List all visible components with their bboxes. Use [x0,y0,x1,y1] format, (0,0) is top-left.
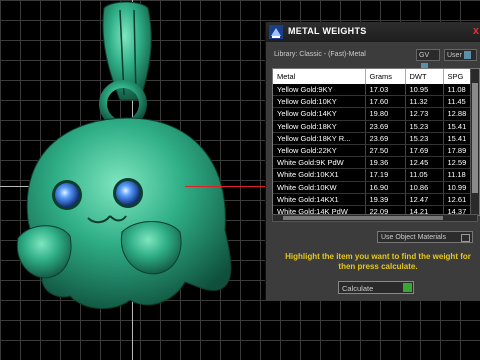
table-vertical-scrollbar[interactable] [470,69,479,215]
cell-dwt: 15.23 [405,120,444,133]
cell-metal: Yellow Gold:18KY R... [273,132,366,145]
user-toggle-icon [463,51,471,60]
table-row[interactable]: Yellow Gold:18KY R... 23.69 15.23 15.41 [273,132,479,145]
cell-grams: 17.03 [365,84,406,97]
hscroll-thumb[interactable] [283,216,443,220]
cell-metal: White Gold:14KX1 [273,193,366,206]
dropdown-box-icon [461,234,470,242]
calculate-label: Calculate [342,284,374,293]
table-row[interactable]: Yellow Gold:22KY 27.50 17.69 17.89 [273,144,479,158]
panel-toolbar: Library: Classic - (Fast)-Metal GV User [266,46,480,72]
user-label: User [447,52,462,59]
calculate-button[interactable]: Calculate [338,281,414,294]
metal-weights-panel: METAL WEIGHTS x Library: Classic - (Fast… [265,22,480,300]
scroll-thumb[interactable] [472,83,478,193]
cell-metal: White Gold:9K PdW [273,156,366,170]
table-row[interactable]: White Gold:9K PdW 19.36 12.45 12.59 [273,156,479,170]
panel-title: METAL WEIGHTS [288,26,367,36]
cell-grams: 17.60 [365,95,406,109]
table-row[interactable]: Yellow Gold:10KY 17.60 11.32 11.45 [273,95,479,109]
scale-icon [269,25,283,39]
cell-metal: White Gold:10KX1 [273,168,366,182]
cell-metal: Yellow Gold:18KY [273,120,366,133]
use-object-materials-label: Use Object Materials [381,234,446,241]
ghost-pendant-model[interactable] [0,0,265,360]
table-row[interactable]: White Gold:10KW 16.90 10.86 10.99 [273,181,479,194]
cell-dwt: 12.73 [405,107,444,121]
cell-grams: 19.36 [365,156,406,170]
cell-dwt: 12.47 [405,193,444,206]
cell-dwt: 10.95 [405,84,444,97]
cell-grams: 19.39 [365,193,406,206]
cell-metal: Yellow Gold:22KY [273,144,366,158]
table-row[interactable]: Yellow Gold:14KY 19.80 12.73 12.88 [273,107,479,121]
cell-dwt: 11.05 [405,168,444,182]
cell-grams: 23.69 [365,120,406,133]
column-header-metal[interactable]: Metal [273,69,366,84]
cell-grams: 16.90 [365,181,406,194]
table-row[interactable]: Yellow Gold:18KY 23.69 15.23 15.41 [273,120,479,133]
cell-dwt: 10.86 [405,181,444,194]
cell-grams: 17.19 [365,168,406,182]
cell-dwt: 11.32 [405,95,444,109]
gv-label: GV [419,52,430,59]
cell-grams: 23.69 [365,132,406,145]
table-row[interactable]: White Gold:10KX1 17.19 11.05 11.18 [273,168,479,182]
cell-dwt: 15.23 [405,132,444,145]
cell-metal: Yellow Gold:14KY [273,107,366,121]
red-axis-indicator [185,186,270,187]
gv-button[interactable]: GV [416,49,440,72]
panel-titlebar[interactable]: METAL WEIGHTS x [266,22,480,42]
table-horizontal-scrollbar[interactable] [272,214,478,222]
cell-grams: 19.80 [365,107,406,121]
use-object-materials-dropdown[interactable]: Use Object Materials [377,231,473,243]
cell-grams: 27.50 [365,144,406,158]
go-arrow-icon [403,283,412,292]
table-row[interactable]: White Gold:14KX1 19.39 12.47 12.61 [273,193,479,206]
user-button[interactable]: User [444,49,477,61]
instruction-text: Highlight the item you want to find the … [285,252,471,271]
column-header-dwt[interactable]: DWT [405,69,444,84]
column-header-grams[interactable]: Grams [365,69,406,84]
cell-metal: Yellow Gold:10KY [273,95,366,109]
cell-metal: White Gold:10KW [273,181,366,194]
close-icon[interactable]: x [473,25,479,37]
cell-dwt: 12.45 [405,156,444,170]
table-row[interactable]: Yellow Gold:9KY 17.03 10.95 11.08 [273,84,479,97]
table-header-row: Metal Grams DWT SPG [273,69,479,84]
metal-table[interactable]: Metal Grams DWT SPG Yellow Gold:9KY 17.03… [272,68,480,216]
cell-dwt: 17.69 [405,144,444,158]
cell-metal: Yellow Gold:9KY [273,84,366,97]
library-label: Library: Classic - (Fast)-Metal [274,51,366,58]
